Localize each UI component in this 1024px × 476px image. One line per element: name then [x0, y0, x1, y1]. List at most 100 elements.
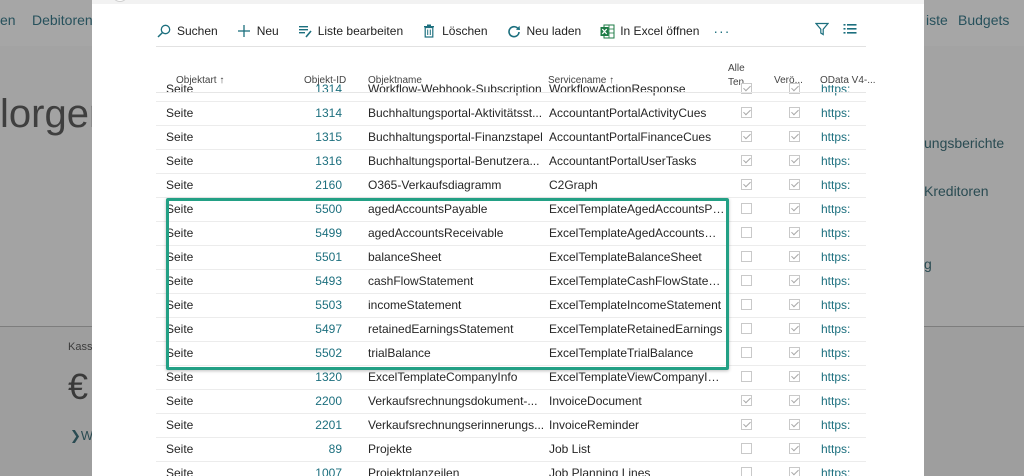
all-tenants-checkbox[interactable] — [741, 179, 752, 190]
cell-object-id[interactable]: 1320 — [256, 370, 342, 384]
table-row[interactable]: Seite 1007 Projektplanzeilen Job Planning L… — [156, 461, 866, 476]
published-checkbox[interactable] — [789, 467, 800, 476]
cell-object-id[interactable]: 1315 — [256, 130, 342, 144]
published-checkbox[interactable] — [789, 347, 800, 358]
cell-object-id[interactable]: 5500 — [256, 202, 342, 216]
table-row[interactable]: Seite 5500 agedAccountsPayable ExcelTemplat… — [156, 197, 866, 222]
published-checkbox[interactable] — [789, 227, 800, 238]
cell-odata-url-link[interactable]: https: — [821, 82, 866, 96]
cell-odata-url-link[interactable]: https: — [821, 322, 866, 336]
list-view-icon[interactable] — [843, 22, 857, 41]
published-checkbox[interactable] — [789, 203, 800, 214]
cell-object-id[interactable]: 5499 — [256, 226, 342, 240]
cell-service-name: AccountantPortalUserTasks — [549, 154, 697, 168]
published-checkbox[interactable] — [789, 179, 800, 190]
table-row[interactable]: Seite 5502 trialBalance ExcelTemplateTrialB… — [156, 341, 866, 366]
cell-odata-url-link[interactable]: https: — [821, 370, 866, 384]
cell-object-id[interactable]: 1007 — [256, 466, 342, 476]
cell-odata-url-link[interactable]: https: — [821, 226, 866, 240]
all-tenants-checkbox[interactable] — [741, 275, 752, 286]
table-row[interactable]: Seite 1320 ExcelTemplateCompanyInfo ExcelTe… — [156, 365, 866, 390]
table-row[interactable]: Seite 5503 incomeStatement ExcelTemplateInc… — [156, 293, 866, 318]
cell-odata-url-link[interactable]: https: — [821, 466, 866, 476]
cell-object-id[interactable]: 1314 — [256, 106, 342, 120]
table-row[interactable]: Seite 2200 Verkaufsrechnungsdokument-... In… — [156, 389, 866, 414]
cell-object-id[interactable]: 2201 — [256, 418, 342, 432]
published-checkbox[interactable] — [789, 323, 800, 334]
published-checkbox[interactable] — [789, 371, 800, 382]
table-row[interactable]: Seite 1315 Buchhaltungsportal-Finanzstapel… — [156, 125, 866, 150]
delete-button[interactable]: Löschen — [421, 23, 488, 39]
table-row[interactable]: Seite 5493 cashFlowStatement ExcelTemplateC… — [156, 269, 866, 294]
published-checkbox[interactable] — [789, 443, 800, 454]
all-tenants-checkbox[interactable] — [741, 227, 752, 238]
cell-object-id[interactable]: 5497 — [256, 322, 342, 336]
cell-object-id[interactable]: 5501 — [256, 250, 342, 264]
new-button[interactable]: Neu — [236, 23, 279, 39]
cell-object-id[interactable]: 1316 — [256, 154, 342, 168]
all-tenants-checkbox[interactable] — [741, 203, 752, 214]
cell-object-id[interactable]: 2160 — [256, 178, 342, 192]
cell-odata-url-link[interactable]: https: — [821, 346, 866, 360]
published-checkbox[interactable] — [789, 275, 800, 286]
table-row[interactable]: Seite 5497 retainedEarningsStatement ExcelT… — [156, 317, 866, 342]
cell-object-id[interactable]: 89 — [256, 442, 342, 456]
edit-list-button-label: Liste bearbeiten — [317, 24, 404, 38]
open-in-excel-button[interactable]: In Excel öffnen — [599, 23, 699, 39]
table-row[interactable]: Seite 1314 Workflow-Webhook-Subscription Wo… — [156, 80, 866, 102]
cell-object-id[interactable]: 2200 — [256, 394, 342, 408]
cell-object-type: Seite — [166, 322, 194, 336]
cell-odata-url-link[interactable]: https: — [821, 106, 866, 120]
filter-icon[interactable] — [814, 22, 830, 41]
published-checkbox[interactable] — [789, 131, 800, 142]
all-tenants-checkbox[interactable] — [741, 131, 752, 142]
all-tenants-checkbox[interactable] — [741, 419, 752, 430]
all-tenants-checkbox[interactable] — [741, 107, 752, 118]
all-tenants-checkbox[interactable] — [741, 251, 752, 262]
cell-object-id[interactable]: 5502 — [256, 346, 342, 360]
cell-object-id[interactable]: 5503 — [256, 298, 342, 312]
cell-object-type: Seite — [166, 202, 194, 216]
all-tenants-checkbox[interactable] — [741, 323, 752, 334]
edit-list-button[interactable]: Liste bearbeiten — [297, 23, 403, 39]
published-checkbox[interactable] — [789, 107, 800, 118]
table-row[interactable]: Seite 5499 agedAccountsReceivable ExcelTemp… — [156, 221, 866, 246]
cell-odata-url-link[interactable]: https: — [821, 202, 866, 216]
cell-odata-url-link[interactable]: https: — [821, 394, 866, 408]
reload-button-label: Neu laden — [526, 24, 582, 38]
more-actions-button[interactable]: ··· — [713, 23, 730, 39]
all-tenants-checkbox[interactable] — [741, 443, 752, 454]
published-checkbox[interactable] — [789, 155, 800, 166]
cell-odata-url-link[interactable]: https: — [821, 298, 866, 312]
cell-odata-url-link[interactable]: https: — [821, 250, 866, 264]
cell-odata-url-link[interactable]: https: — [821, 442, 866, 456]
published-checkbox[interactable] — [789, 395, 800, 406]
published-checkbox[interactable] — [789, 299, 800, 310]
table-row[interactable]: Seite 1314 Buchhaltungsportal-Aktivitätsst… — [156, 101, 866, 126]
cell-object-type: Seite — [166, 154, 194, 168]
table-row[interactable]: Seite 1316 Buchhaltungsportal-Benutzera...… — [156, 149, 866, 174]
cell-odata-url-link[interactable]: https: — [821, 178, 866, 192]
all-tenants-checkbox[interactable] — [741, 299, 752, 310]
all-tenants-checkbox[interactable] — [741, 467, 752, 476]
table-row[interactable]: Seite 2201 Verkaufsrechnungserinnerungs...… — [156, 413, 866, 438]
cell-object-id[interactable]: 1314 — [256, 82, 342, 96]
search-button[interactable]: Suchen — [156, 23, 218, 39]
all-tenants-checkbox[interactable] — [741, 395, 752, 406]
all-tenants-checkbox[interactable] — [741, 371, 752, 382]
published-checkbox[interactable] — [789, 419, 800, 430]
table-row[interactable]: Seite 2160 O365-Verkaufsdiagramm C2Graph htt… — [156, 173, 866, 198]
published-checkbox[interactable] — [789, 251, 800, 262]
all-tenants-checkbox[interactable] — [741, 347, 752, 358]
cell-odata-url-link[interactable]: https: — [821, 274, 866, 288]
reload-button[interactable]: Neu laden — [506, 23, 582, 39]
table-row[interactable]: Seite 5501 balanceSheet ExcelTemplateBalanc… — [156, 245, 866, 270]
column-header-all-tenants-line1[interactable]: Alle — [728, 63, 745, 74]
table-row[interactable]: Seite 89 Projekte Job List https: — [156, 437, 866, 462]
cell-object-name: Buchhaltungsportal-Aktivitätsst... — [368, 106, 543, 120]
all-tenants-checkbox[interactable] — [741, 155, 752, 166]
cell-odata-url-link[interactable]: https: — [821, 154, 866, 168]
cell-odata-url-link[interactable]: https: — [821, 418, 866, 432]
cell-odata-url-link[interactable]: https: — [821, 130, 866, 144]
cell-object-id[interactable]: 5493 — [256, 274, 342, 288]
